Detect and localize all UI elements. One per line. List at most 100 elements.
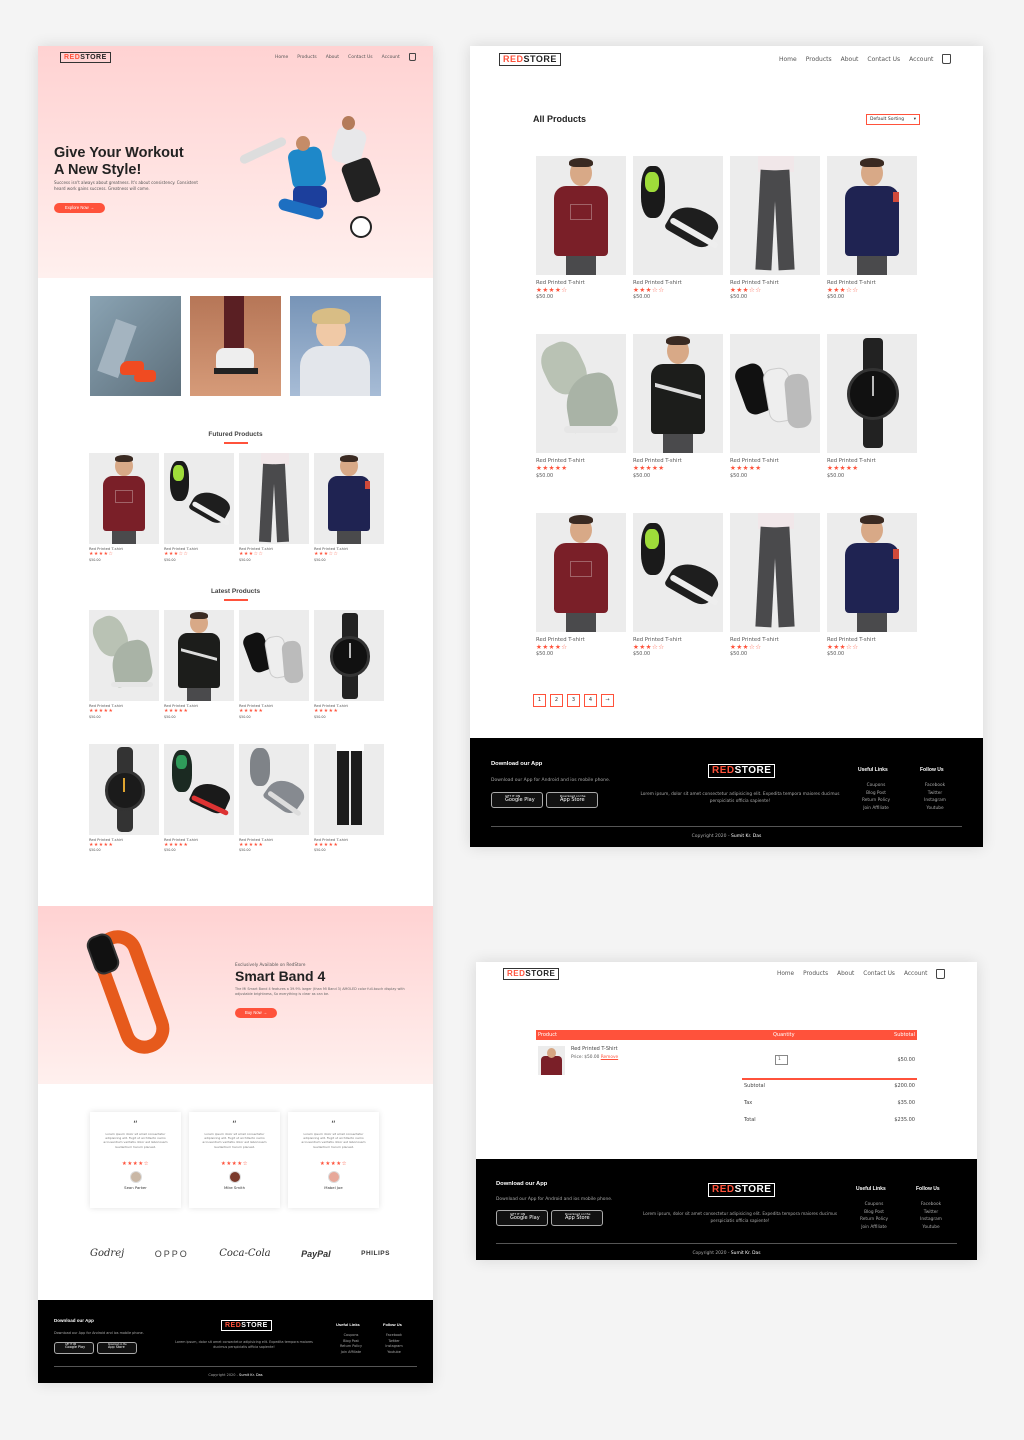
page-button[interactable]: 2 [550,694,563,707]
product-image[interactable] [536,156,626,275]
product-image[interactable] [164,610,234,701]
product-card[interactable]: Red Printed T-shirt ★★★★☆ $50.00 [536,512,626,657]
product-image[interactable] [89,743,159,835]
product-card[interactable]: Red Printed T-shirt ★★★★★ $50.00 [827,334,917,479]
product-image[interactable] [827,512,917,632]
footer-link[interactable]: Coupons [858,782,894,790]
footer-link[interactable]: Blog Post [858,790,894,798]
product-card[interactable]: Red Printed T-shirt ★★★☆☆ $50.00 [314,453,384,562]
product-card[interactable]: Red Printed T-shirt ★★★★★ $50.00 [89,610,159,719]
nav-products[interactable]: Products [297,55,316,60]
cart-icon[interactable] [936,969,946,979]
product-card[interactable]: Red Printed T-shirt ★★★★★ $50.00 [633,334,723,479]
footer-link[interactable]: Instagram [914,1216,948,1224]
product-image[interactable] [633,512,723,632]
nav-about[interactable]: About [837,971,854,977]
footer-link[interactable]: Blog Post [856,1209,892,1217]
product-card[interactable]: Red Printed T-shirt ★★★☆☆ $50.00 [164,453,234,562]
logo[interactable]: REDSTORE [499,53,561,66]
product-image[interactable] [314,610,384,701]
product-card[interactable]: Red Printed T-shirt ★★★★★ $50.00 [89,743,159,852]
product-image[interactable] [730,156,820,275]
cart-icon[interactable] [408,53,416,61]
footer-logo[interactable]: REDSTORE [708,764,776,778]
product-card[interactable]: Red Printed T-shirt ★★★☆☆ $50.00 [730,156,820,300]
product-image[interactable] [164,743,234,835]
footer-logo[interactable]: REDSTORE [708,1183,776,1197]
footer-link[interactable]: Coupons [856,1201,892,1209]
nav-account[interactable]: Account [909,56,933,63]
footer-link[interactable]: Return Policy [858,797,894,805]
product-image[interactable] [633,334,723,454]
category-image-3[interactable] [290,296,381,396]
product-card[interactable]: Red Printed T-shirt ★★★☆☆ $50.00 [730,512,820,657]
app-store-badge[interactable]: Download on the App Store [97,1342,137,1354]
nav-contact[interactable]: Contact Us [867,56,900,63]
product-image[interactable] [536,334,626,454]
footer-link[interactable]: Return Policy [338,1344,364,1350]
nav-about[interactable]: About [326,55,339,60]
product-card[interactable]: Red Printed T-shirt ★★★☆☆ $50.00 [239,453,309,562]
explore-now-button[interactable]: Explore Now → [54,203,105,213]
product-card[interactable]: Red Printed T-shirt ★★★★★ $50.00 [536,334,626,479]
next-page-button[interactable]: → [601,694,614,707]
nav-account[interactable]: Account [382,55,400,60]
logo[interactable]: REDSTORE [503,968,560,980]
google-play-badge[interactable]: GET IT ON Google Play [496,1210,548,1226]
footer-link[interactable]: Join Affiliate [858,805,894,813]
nav-account[interactable]: Account [904,971,927,977]
logo[interactable]: REDSTORE [60,52,111,63]
product-card[interactable]: Red Printed T-shirt ★★★★★ $50.00 [314,610,384,719]
nav-products[interactable]: Products [806,56,832,63]
footer-link[interactable]: Youtube [914,1224,948,1232]
nav-about[interactable]: About [841,56,859,63]
product-image[interactable] [633,156,723,275]
product-card[interactable]: Red Printed T-shirt ★★★★★ $50.00 [239,610,309,719]
page-button[interactable]: 1 [533,694,546,707]
product-card[interactable]: Red Printed T-shirt ★★★★☆ $50.00 [89,453,159,562]
quantity-input[interactable]: 1 [775,1055,788,1065]
product-image[interactable] [730,334,820,454]
product-image[interactable] [730,512,820,632]
product-card[interactable]: Red Printed T-shirt ★★★☆☆ $50.00 [827,512,917,657]
product-image[interactable] [827,156,917,275]
page-button[interactable]: 4 [584,694,597,707]
category-image-2[interactable] [190,296,281,396]
product-image[interactable] [239,743,309,835]
nav-contact[interactable]: Contact Us [348,55,373,60]
nav-products[interactable]: Products [803,971,828,977]
footer-link[interactable]: Youtube [918,805,952,813]
product-card[interactable]: Red Printed T-shirt ★★★★★ $50.00 [164,743,234,852]
product-card[interactable]: Red Printed T-shirt ★★★☆☆ $50.00 [633,156,723,300]
product-image[interactable] [239,610,309,701]
product-card[interactable]: Red Printed T-shirt ★★★☆☆ $50.00 [633,512,723,657]
product-image[interactable] [164,453,234,544]
product-card[interactable]: Red Printed T-shirt ★★★☆☆ $50.00 [827,156,917,300]
footer-link[interactable]: Instagram [918,797,952,805]
product-image[interactable] [827,334,917,454]
footer-link[interactable]: Twitter [914,1209,948,1217]
product-card[interactable]: Red Printed T-shirt ★★★★★ $50.00 [730,334,820,479]
product-card[interactable]: Red Printed T-shirt ★★★★★ $50.00 [314,743,384,852]
product-card[interactable]: Red Printed T-shirt ★★★★★ $50.00 [239,743,309,852]
footer-link[interactable]: Facebook [914,1201,948,1209]
nav-contact[interactable]: Contact Us [863,971,895,977]
buy-now-button[interactable]: Buy Now → [235,1008,277,1018]
cart-icon[interactable] [942,54,952,64]
product-image[interactable] [89,610,159,701]
footer-link[interactable]: Join Affiliate [856,1224,892,1232]
footer-logo[interactable]: REDSTORE [221,1320,272,1331]
google-play-badge[interactable]: GET IT ON Google Play [491,792,543,808]
footer-link[interactable]: Youtube [381,1350,407,1356]
footer-link[interactable]: Twitter [918,790,952,798]
app-store-badge[interactable]: Download on the App Store [551,1210,603,1226]
remove-link[interactable]: Remove [601,1055,618,1060]
nav-home[interactable]: Home [275,55,288,60]
product-image[interactable] [536,512,626,632]
google-play-badge[interactable]: GET IT ON Google Play [54,1342,94,1354]
footer-link[interactable]: Join Affiliate [338,1350,364,1356]
product-card[interactable]: Red Printed T-shirt ★★★★★ $50.00 [164,610,234,719]
sort-select[interactable]: Default Sorting ▾ [866,114,920,125]
footer-link[interactable]: Return Policy [856,1216,892,1224]
category-image-1[interactable] [90,296,181,396]
